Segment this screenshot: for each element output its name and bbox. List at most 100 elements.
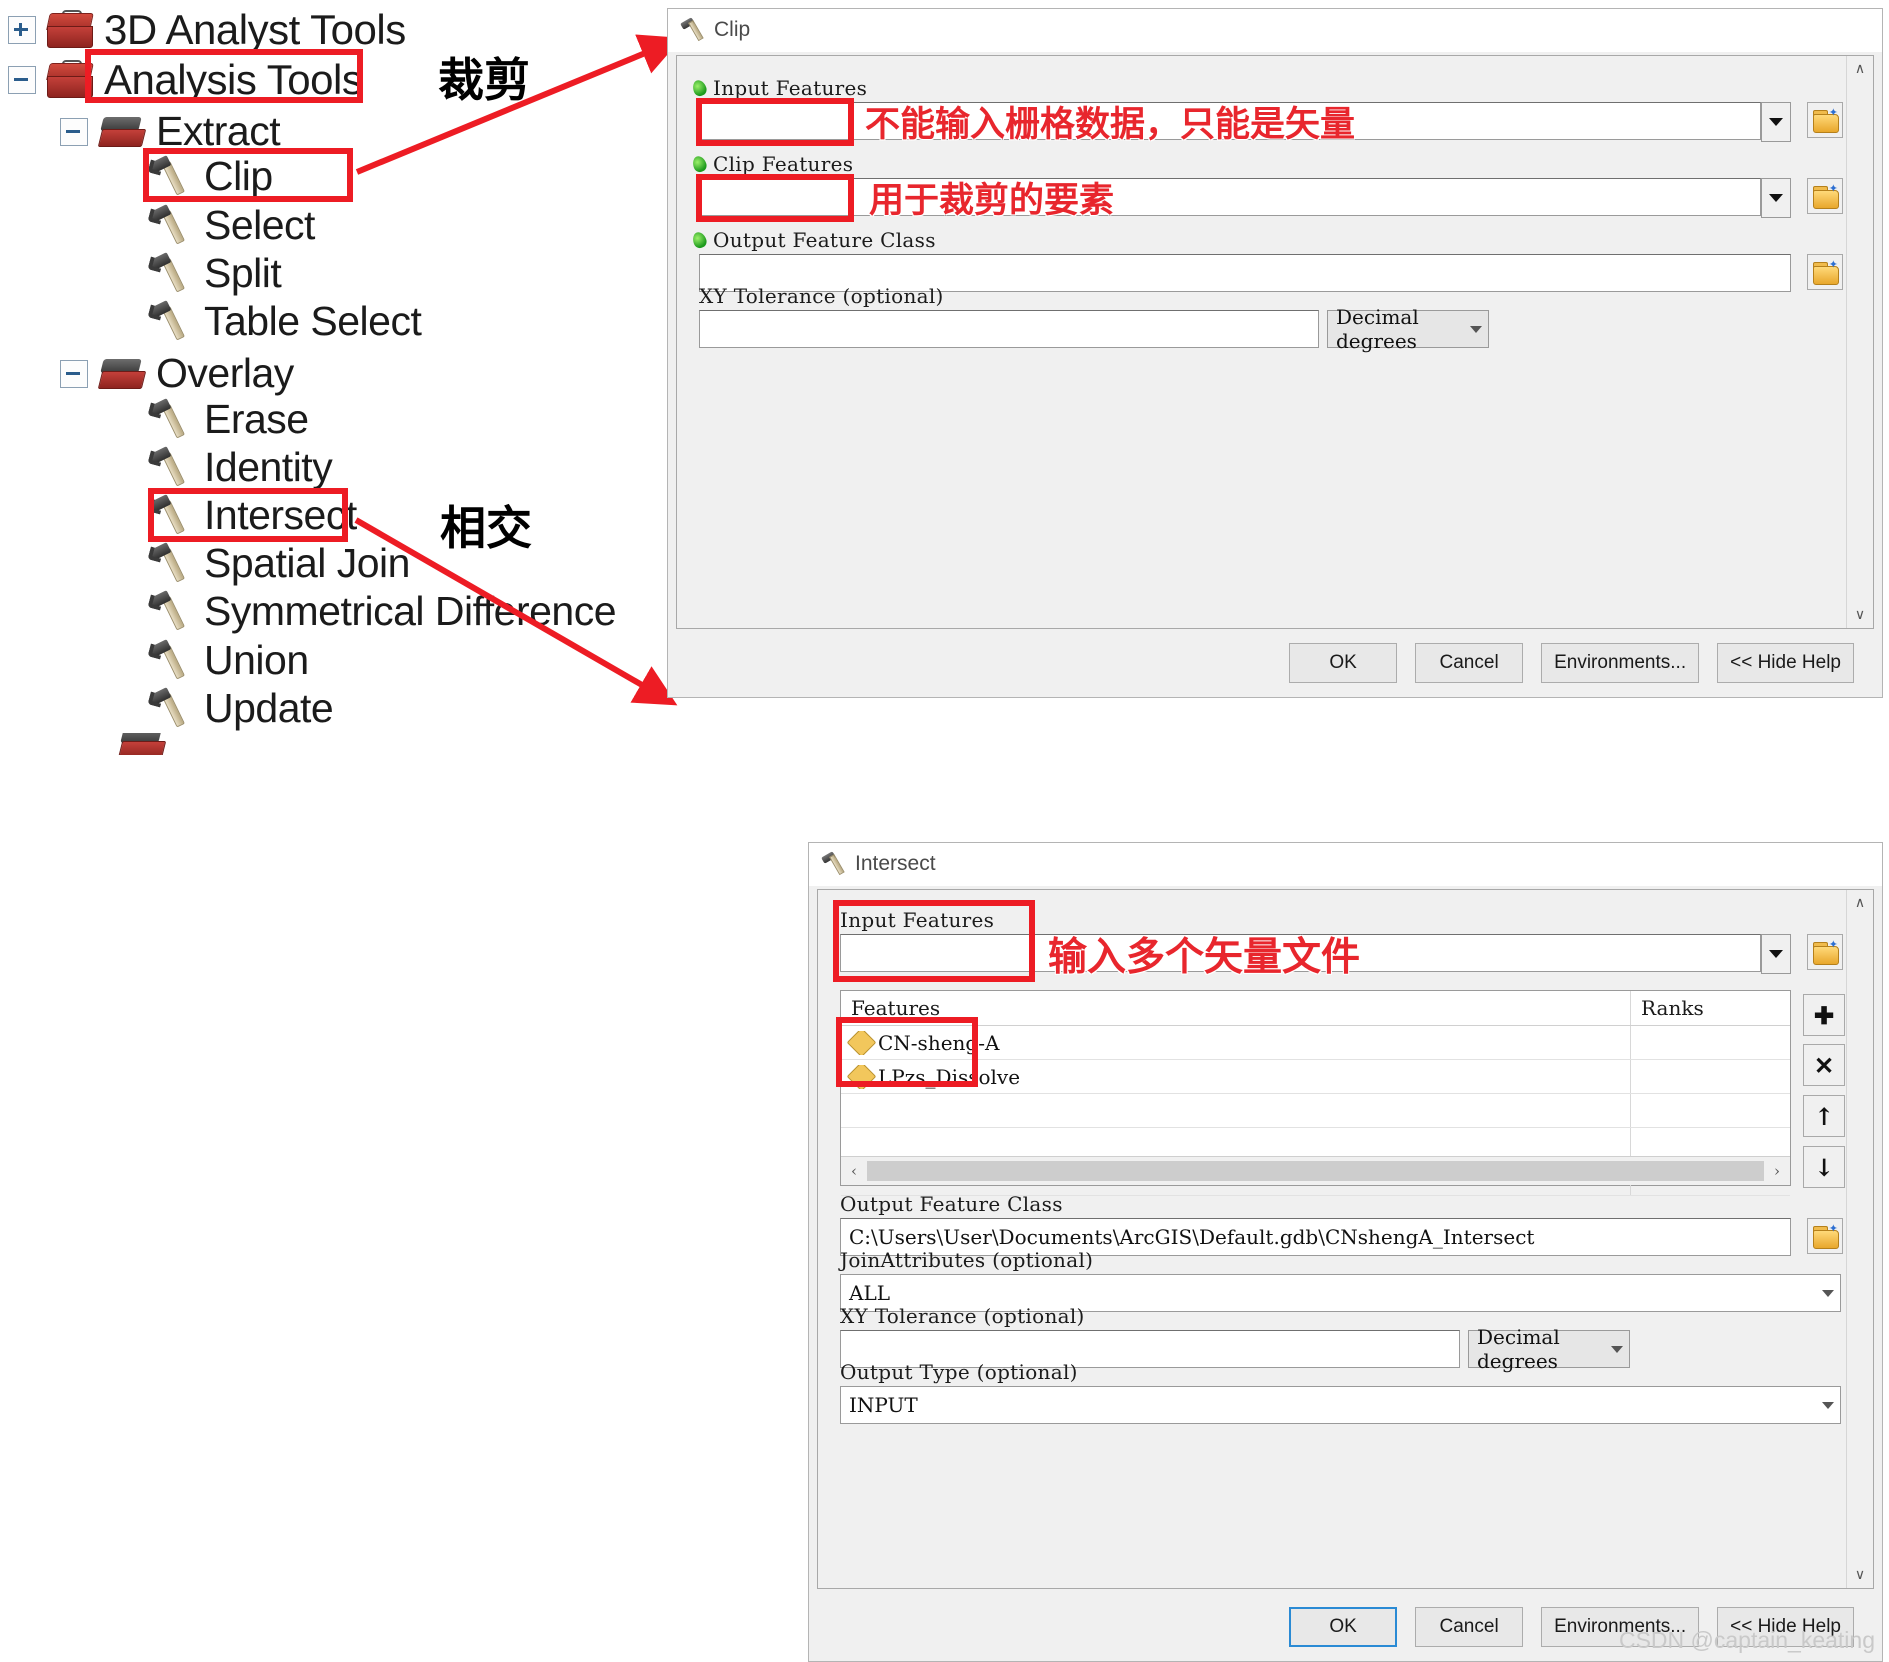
expander-minus-icon[interactable] (8, 66, 36, 94)
chevron-down-icon (1822, 1401, 1834, 1409)
intersect-xy-tolerance-unit-select[interactable]: Decimal degrees (1468, 1325, 1630, 1373)
clip-dialog-footer: OK Cancel Environments... << Hide Help (668, 629, 1882, 697)
highlight-box-clip (143, 148, 353, 202)
clip-output-browse-button[interactable]: ✦ (1807, 254, 1843, 290)
highlight-box-analysis-tools (85, 49, 363, 103)
clip-hide-help-button[interactable]: << Hide Help (1717, 643, 1854, 683)
scroll-up-icon[interactable]: ∧ (1847, 890, 1873, 916)
scroll-down-icon[interactable]: ∨ (1847, 602, 1873, 628)
tree-item-table-select[interactable]: Table Select (147, 298, 422, 345)
hammer-icon (147, 541, 194, 586)
clip-dialog-body: Input Features ✦ 不能输入栅格数据，只能是矢量 Clip Fea… (676, 55, 1874, 629)
tree-item-spatial-join[interactable]: Spatial Join (147, 540, 410, 587)
toolbox-tree: 3D Analyst Tools Analysis Tools Extract … (0, 0, 700, 900)
clip-dialog-scrollbar[interactable]: ∧ ∨ (1846, 56, 1873, 628)
clip-environments-button[interactable]: Environments... (1541, 643, 1700, 683)
intersect-xy-tolerance-unit-value: Decimal degrees (1477, 1325, 1560, 1373)
expander-minus-icon[interactable] (60, 117, 88, 146)
clip-clip-features-input[interactable] (699, 178, 1761, 216)
hammer-icon (147, 686, 194, 731)
clip-input-features-browse-button[interactable]: ✦ (1807, 102, 1843, 138)
intersect-ok-button[interactable]: OK (1289, 1607, 1398, 1647)
intersect-join-attributes-value: ALL (849, 1281, 891, 1305)
clip-output-label-row: Output Feature Class (690, 228, 936, 252)
scroll-up-icon[interactable]: ∧ (1847, 56, 1873, 82)
tree-item-split[interactable]: Split (147, 250, 282, 297)
hammer-icon (147, 638, 194, 683)
table-row[interactable]: LPzs_Dissolve (841, 1060, 1790, 1094)
tree-item-label: Identity (204, 444, 333, 490)
clip-clip-features-dropdown-button[interactable] (1761, 178, 1791, 218)
clip-cancel-button[interactable]: Cancel (1415, 643, 1524, 683)
intersect-dialog-scrollbar[interactable]: ∧ ∨ (1846, 890, 1873, 1588)
tree-item-label: Spatial Join (204, 540, 410, 586)
expander-plus-icon[interactable] (8, 16, 36, 44)
intersect-grid-hscrollbar[interactable]: ‹ › (841, 1156, 1790, 1185)
scroll-thumb[interactable] (867, 1161, 1764, 1181)
tree-item-symmetrical-difference[interactable]: Symmetrical Difference (147, 588, 617, 635)
clip-clip-features-label: Clip Features (713, 152, 854, 176)
toolset-icon (97, 357, 147, 391)
chevron-down-icon (1822, 1289, 1834, 1297)
clip-clip-features-browse-button[interactable]: ✦ (1807, 178, 1843, 214)
clip-xy-tolerance-unit-select[interactable]: Decimal degrees (1327, 305, 1489, 353)
intersect-features-grid[interactable]: Features Ranks CN-sheng-A LPzs_Dissolve … (840, 990, 1791, 1196)
tree-item-identity[interactable]: Identity (147, 444, 333, 491)
hammer-icon (821, 851, 847, 876)
required-dot-icon (690, 154, 709, 174)
hammer-icon (147, 589, 194, 634)
tree-item-union[interactable]: Union (147, 637, 309, 684)
clip-input-features-dropdown-button[interactable] (1761, 102, 1791, 142)
clip-input-features-label-row: Input Features (690, 76, 867, 100)
clip-dialog-titlebar: Clip (668, 9, 1882, 52)
required-dot-icon (690, 78, 709, 98)
intersect-input-features-browse-button[interactable]: ✦ (1807, 934, 1843, 970)
expander-minus-icon[interactable] (60, 359, 88, 388)
intersect-output-browse-button[interactable]: ✦ (1807, 1218, 1843, 1254)
clip-xy-tolerance-input[interactable] (699, 310, 1319, 348)
intersect-output-label: Output Feature Class (840, 1192, 1063, 1216)
clip-xy-tolerance-unit-value: Decimal degrees (1336, 305, 1419, 353)
table-row[interactable]: CN-sheng-A (841, 1026, 1790, 1060)
intersect-input-features-dropdown-button[interactable] (1761, 934, 1791, 974)
intersect-move-up-button[interactable]: ↑ (1803, 1095, 1845, 1137)
tree-item-label: Overlay (156, 350, 294, 396)
watermark: CSDN @captain_keating (1618, 1627, 1875, 1653)
tree-item-update[interactable]: Update (147, 685, 334, 732)
intersect-move-down-button[interactable]: ↓ (1803, 1146, 1845, 1188)
intersect-dialog-title: Intersect (855, 852, 936, 875)
annotation-clip-input-note: 不能输入栅格数据，只能是矢量 (865, 105, 1356, 145)
clip-ok-button[interactable]: OK (1289, 643, 1398, 683)
chevron-down-icon (1611, 1345, 1623, 1353)
scroll-right-icon[interactable]: › (1764, 1162, 1790, 1180)
hammer-icon (147, 251, 194, 296)
tree-item-select[interactable]: Select (147, 202, 315, 249)
intersect-grid-col-ranks: Ranks (1630, 991, 1790, 1025)
tree-item-3d-analyst-tools[interactable]: 3D Analyst Tools (8, 6, 406, 54)
intersect-output-type-value: INPUT (849, 1393, 918, 1417)
intersect-grid-header: Features Ranks (841, 991, 1790, 1026)
hammer-icon (147, 203, 194, 248)
intersect-remove-feature-button[interactable]: ✕ (1803, 1044, 1845, 1086)
hammer-icon (147, 299, 194, 344)
toolbox-icon (46, 10, 94, 49)
scroll-left-icon[interactable]: ‹ (841, 1162, 867, 1180)
tree-item-label: Split (204, 250, 282, 296)
intersect-output-type-select[interactable]: INPUT (840, 1386, 1841, 1424)
highlight-box-intersect-features (836, 1017, 978, 1087)
highlight-box-clip-clipfeatures (696, 174, 854, 222)
scroll-down-icon[interactable]: ∨ (1847, 1562, 1873, 1588)
intersect-xy-tolerance-label: XY Tolerance (optional) (840, 1304, 1085, 1328)
tree-item-label: 3D Analyst Tools (104, 6, 406, 53)
clip-dialog-title: Clip (714, 18, 751, 41)
intersect-cancel-button[interactable]: Cancel (1415, 1607, 1524, 1647)
intersect-add-feature-button[interactable]: ✚ (1803, 994, 1845, 1036)
toolset-icon (118, 733, 167, 755)
tree-item-partial[interactable] (118, 733, 176, 755)
chevron-down-icon (1470, 325, 1482, 333)
tree-item-erase[interactable]: Erase (147, 396, 309, 443)
hammer-icon (147, 397, 194, 442)
tree-item-overlay[interactable]: Overlay (60, 350, 294, 397)
table-row-empty[interactable] (841, 1094, 1790, 1128)
intersect-join-attributes-label: JoinAttributes (optional) (840, 1248, 1094, 1272)
